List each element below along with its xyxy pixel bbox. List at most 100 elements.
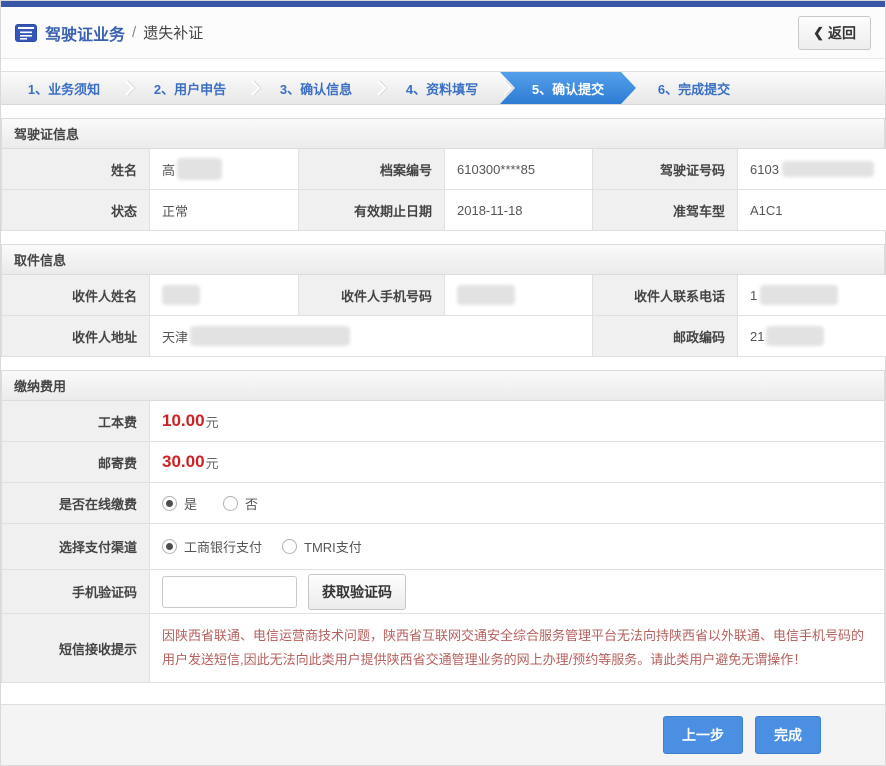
redacted-value <box>162 285 200 305</box>
production-fee-label: 工本费 <box>2 401 150 442</box>
get-sms-code-button[interactable]: 获取验证码 <box>308 574 406 610</box>
vehicle-type-label: 准驾车型 <box>593 190 738 231</box>
section-title: 取件信息 <box>2 245 884 275</box>
production-fee-value: 10.00 元 <box>150 401 884 442</box>
redacted-value <box>190 326 350 346</box>
redacted-value <box>760 285 838 305</box>
stepbar-filler <box>757 72 885 104</box>
finish-button[interactable]: 完成 <box>755 716 821 754</box>
radio-channel-icbc[interactable]: 工商银行支付 <box>162 537 262 556</box>
table-row: 选择支付渠道 工商银行支付 TMRI支付 <box>2 524 884 570</box>
recipient-mobile-label: 收件人手机号码 <box>299 275 445 316</box>
recipient-phone-label: 收件人联系电话 <box>593 275 738 316</box>
section-pickup-info: 取件信息 收件人姓名 收件人手机号码 收件人联系电话 1 收件人地址 天津 邮政… <box>1 244 885 357</box>
breadcrumb-divider: / <box>132 24 136 41</box>
redacted-value <box>177 158 222 180</box>
radio-unchecked-icon[interactable] <box>282 539 297 554</box>
table-row: 收件人姓名 收件人手机号码 收件人联系电话 1 <box>2 275 884 316</box>
section-title: 驾驶证信息 <box>2 119 884 149</box>
radio-channel-tmri[interactable]: TMRI支付 <box>282 537 362 556</box>
table-row: 短信接收提示 因陕西省联通、电信运营商技术问题，陕西省互联网交通安全综合服务管理… <box>2 614 884 683</box>
postage-fee-value: 30.00 元 <box>150 442 884 483</box>
radio-label: 否 <box>245 494 258 513</box>
step-label: 2、用户申告 <box>154 79 226 98</box>
name-label: 姓名 <box>2 149 150 190</box>
page-title: 驾驶证业务 <box>45 21 125 45</box>
recipient-address-value: 天津 <box>150 316 593 357</box>
zip-code-label: 邮政编码 <box>593 316 738 357</box>
sms-notice-content: 因陕西省联通、电信运营商技术问题，陕西省互联网交通安全综合服务管理平台无法向持陕… <box>150 614 884 683</box>
fee-amount: 10.00 <box>162 411 205 431</box>
step-5-confirm-submit-active[interactable]: 5、确认提交 <box>500 72 636 104</box>
step-label: 5、确认提交 <box>532 79 604 98</box>
redacted-value <box>457 285 515 305</box>
step-label: 1、业务须知 <box>28 79 100 98</box>
name-value: 高 <box>150 149 299 190</box>
sms-notice-text: 因陕西省联通、电信运营商技术问题，陕西省互联网交通安全综合服务管理平台无法向持陕… <box>162 624 872 672</box>
back-chevron-icon: ❮ <box>813 25 824 41</box>
step-progress-bar: 1、业务须知 2、用户申告 3、确认信息 4、资料填写 5、确认提交 6、完成提… <box>1 71 885 105</box>
vehicle-type-value: A1C1 <box>738 190 886 231</box>
payment-channel-label: 选择支付渠道 <box>2 524 150 570</box>
payment-channel-options: 工商银行支付 TMRI支付 <box>150 524 884 570</box>
radio-label: TMRI支付 <box>304 537 362 556</box>
footer-action-bar: 上一步 完成 <box>1 704 885 765</box>
breadcrumb-current: 遗失补证 <box>143 22 203 43</box>
step-3-confirm-info[interactable]: 3、确认信息 <box>253 72 379 104</box>
section-title: 缴纳费用 <box>2 371 884 401</box>
sms-code-label: 手机验证码 <box>2 570 150 614</box>
recipient-mobile-value <box>445 275 593 316</box>
radio-checked-icon[interactable] <box>162 496 177 511</box>
online-payment-label: 是否在线缴费 <box>2 483 150 524</box>
recipient-name-value <box>150 275 299 316</box>
redacted-value <box>782 161 874 177</box>
postage-fee-label: 邮寄费 <box>2 442 150 483</box>
sms-notice-label: 短信接收提示 <box>2 614 150 683</box>
expiry-label: 有效期止日期 <box>299 190 445 231</box>
table-row: 手机验证码 获取验证码 <box>2 570 884 614</box>
fee-currency: 元 <box>206 412 219 431</box>
table-row: 是否在线缴费 是 否 <box>2 483 884 524</box>
radio-online-yes[interactable]: 是 <box>162 494 197 513</box>
status-label: 状态 <box>2 190 150 231</box>
file-number-label: 档案编号 <box>299 149 445 190</box>
section-license-info: 驾驶证信息 姓名 高 档案编号 610300****85 驾驶证号码 6103 … <box>1 118 885 231</box>
back-button[interactable]: ❮ 返回 <box>798 16 871 50</box>
radio-label: 工商银行支付 <box>184 537 262 556</box>
zip-code-value: 21 <box>738 316 886 357</box>
radio-label: 是 <box>184 494 197 513</box>
table-row: 状态 正常 有效期止日期 2018-11-18 准驾车型 A1C1 <box>2 190 884 231</box>
sms-code-field: 获取验证码 <box>150 570 884 614</box>
recipient-phone-value: 1 <box>738 275 886 316</box>
file-number-value: 610300****85 <box>445 149 593 190</box>
table-row: 邮寄费 30.00 元 <box>2 442 884 483</box>
page-header: 驾驶证业务 / 遗失补证 ❮ 返回 <box>1 7 885 59</box>
expiry-value: 2018-11-18 <box>445 190 593 231</box>
table-row: 工本费 10.00 元 <box>2 401 884 442</box>
step-label: 6、完成提交 <box>658 79 730 98</box>
status-value: 正常 <box>150 190 299 231</box>
step-2-user-declaration[interactable]: 2、用户申告 <box>127 72 253 104</box>
section-fees: 缴纳费用 工本费 10.00 元 邮寄费 30.00 元 是否在线缴费 是 否 <box>1 370 885 683</box>
step-label: 4、资料填写 <box>406 79 478 98</box>
recipient-name-label: 收件人姓名 <box>2 275 150 316</box>
online-payment-options: 是 否 <box>150 483 884 524</box>
license-number-value: 6103 <box>738 149 886 190</box>
step-label: 3、确认信息 <box>280 79 352 98</box>
license-number-label: 驾驶证号码 <box>593 149 738 190</box>
previous-step-button[interactable]: 上一步 <box>663 716 743 754</box>
radio-unchecked-icon[interactable] <box>223 496 238 511</box>
radio-checked-icon[interactable] <box>162 539 177 554</box>
step-4-fill-data[interactable]: 4、资料填写 <box>379 72 505 104</box>
fee-currency: 元 <box>206 453 219 472</box>
recipient-address-label: 收件人地址 <box>2 316 150 357</box>
step-1-business-notice[interactable]: 1、业务须知 <box>1 72 127 104</box>
sms-code-input[interactable] <box>162 576 297 608</box>
form-list-icon <box>15 24 37 42</box>
step-6-complete-submit[interactable]: 6、完成提交 <box>631 72 757 104</box>
radio-online-no[interactable]: 否 <box>223 494 258 513</box>
table-row: 收件人地址 天津 邮政编码 21 <box>2 316 884 357</box>
fee-amount: 30.00 <box>162 452 205 472</box>
table-row: 姓名 高 档案编号 610300****85 驾驶证号码 6103 <box>2 149 884 190</box>
redacted-value <box>766 326 824 346</box>
